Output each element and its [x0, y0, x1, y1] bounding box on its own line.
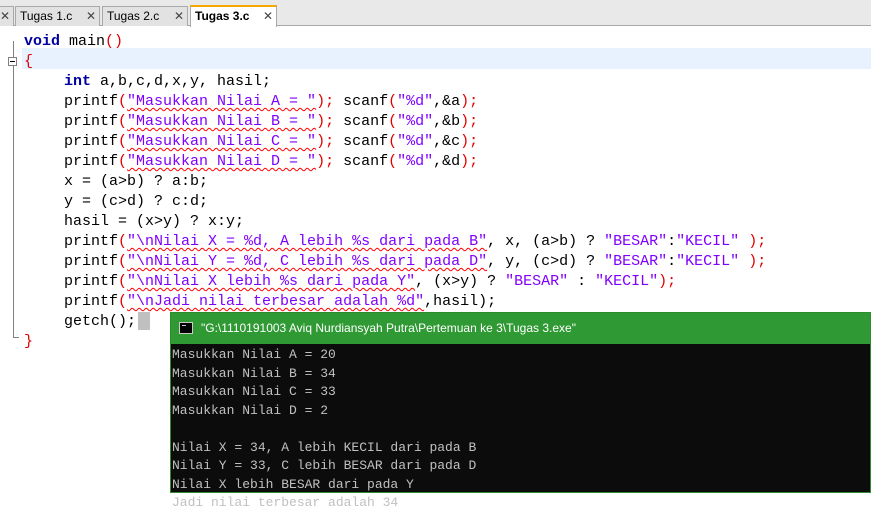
close-icon[interactable]: ✕	[263, 7, 273, 25]
tab-tugas-3[interactable]: Tugas 3.c ✕	[190, 5, 277, 27]
code-line-8: x = (a>b) ? a:b;	[64, 173, 209, 190]
close-icon[interactable]: ✕	[174, 7, 184, 25]
code-line-6: printf("Masukkan Nilai C = "); scanf("%d…	[64, 133, 479, 150]
code-line-4: printf("Masukkan Nilai A = "); scanf("%d…	[64, 93, 479, 110]
close-icon[interactable]: ✕	[86, 7, 96, 25]
code-line-16: }	[24, 333, 34, 350]
code-line-2: {	[24, 53, 34, 70]
tab-label: Tugas 1.c	[20, 9, 73, 23]
close-icon[interactable]: ✕	[0, 7, 10, 25]
tab-partial[interactable]: ✕	[0, 6, 14, 26]
code-line-15: getch();	[64, 312, 151, 332]
fold-collapse-icon[interactable]	[8, 57, 17, 66]
tab-label: Tugas 2.c	[107, 9, 160, 23]
code-line-7: printf("Masukkan Nilai D = "); scanf("%d…	[64, 153, 479, 170]
fold-end-marker	[13, 337, 19, 338]
tab-label: Tugas 3.c	[195, 9, 250, 23]
code-line-3: int a,b,c,d,x,y, hasil;	[64, 73, 272, 90]
fold-line	[13, 41, 14, 337]
console-window[interactable]: "G:\1110191003 Aviq Nurdiansyah Putra\Pe…	[170, 312, 871, 510]
tab-tugas-2[interactable]: Tugas 2.c ✕	[102, 6, 188, 26]
code-line-12: printf("\nNilai Y = %d, C lebih %s dari …	[64, 253, 767, 270]
console-icon	[179, 322, 193, 334]
code-line-13: printf("\nNilai X lebih %s dari pada Y",…	[64, 273, 677, 290]
code-line-5: printf("Masukkan Nilai B = "); scanf("%d…	[64, 113, 479, 130]
console-title-bar[interactable]: "G:\1110191003 Aviq Nurdiansyah Putra\Pe…	[171, 313, 870, 344]
tab-bar: ✕ Tugas 1.c ✕ Tugas 2.c ✕ Tugas 3.c ✕	[0, 0, 871, 27]
current-line-highlight	[22, 48, 871, 69]
text-cursor	[138, 312, 151, 330]
code-line-9: y = (c>d) ? c:d;	[64, 193, 209, 210]
code-line-14: printf("\nJadi nilai terbesar adalah %d"…	[64, 293, 497, 310]
code-line-1: void main()	[24, 33, 124, 50]
tab-tugas-1[interactable]: Tugas 1.c ✕	[15, 6, 100, 26]
console-title: "G:\1110191003 Aviq Nurdiansyah Putra\Pe…	[201, 321, 576, 335]
code-line-10: hasil = (x>y) ? x:y;	[64, 213, 245, 230]
console-output: Masukkan Nilai A = 20 Masukkan Nilai B =…	[172, 347, 477, 510]
code-line-11: printf("\nNilai X = %d, A lebih %s dari …	[64, 233, 767, 250]
